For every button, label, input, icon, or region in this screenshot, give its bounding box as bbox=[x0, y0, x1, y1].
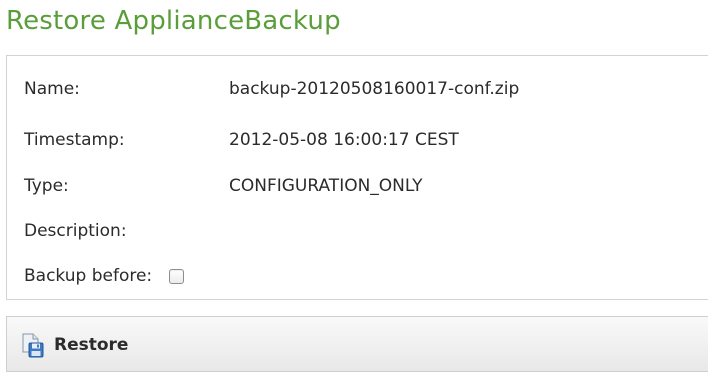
restore-backup-page: Restore ApplianceBackup Name: backup-201… bbox=[0, 0, 708, 375]
backup-details-panel: Name: backup-20120508160017-conf.zip Tim… bbox=[6, 55, 708, 300]
type-row: Type: CONFIGURATION_ONLY bbox=[24, 174, 423, 198]
description-row: Description: bbox=[24, 219, 229, 243]
backup-before-checkbox[interactable] bbox=[169, 268, 185, 284]
restore-button-label: Restore bbox=[54, 335, 129, 355]
restore-disk-icon bbox=[19, 332, 45, 358]
type-label: Type: bbox=[24, 176, 69, 196]
name-label: Name: bbox=[24, 79, 80, 99]
backup-before-row: Backup before: bbox=[24, 264, 185, 288]
timestamp-value: 2012-05-08 16:00:17 CEST bbox=[229, 130, 459, 150]
type-value: CONFIGURATION_ONLY bbox=[229, 176, 423, 196]
action-toolbar: Restore bbox=[6, 316, 708, 372]
name-value: backup-20120508160017-conf.zip bbox=[229, 79, 520, 99]
name-row: Name: backup-20120508160017-conf.zip bbox=[24, 77, 519, 101]
restore-button[interactable]: Restore bbox=[19, 332, 128, 358]
backup-before-label: Backup before: bbox=[24, 266, 153, 286]
page-title: Restore ApplianceBackup bbox=[6, 6, 341, 36]
timestamp-row: Timestamp: 2012-05-08 16:00:17 CEST bbox=[24, 128, 459, 152]
description-label: Description: bbox=[24, 221, 127, 241]
timestamp-label: Timestamp: bbox=[24, 130, 125, 150]
